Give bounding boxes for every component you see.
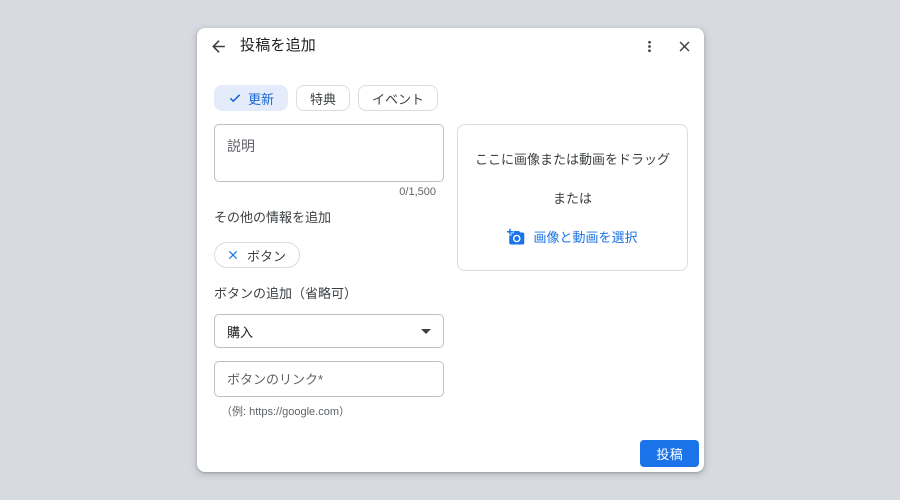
add-photo-icon <box>507 228 525 246</box>
added-button-chip[interactable]: ボタン <box>214 242 301 268</box>
add-post-dialog: 投稿を追加 更新 特典 イベント 説明 0/1,500 その他の情報を追加 ボタ… <box>197 28 704 472</box>
button-section-label: ボタンの追加（省略可） <box>214 286 358 301</box>
chip-offer[interactable]: 特典 <box>296 85 351 111</box>
select-media-button[interactable]: 画像と動画を選択 <box>507 227 638 246</box>
back-button[interactable] <box>205 33 231 59</box>
more-info-label: その他の情報を追加 <box>214 210 332 225</box>
check-icon <box>228 91 242 105</box>
link-helper-text: （例: https://google.com） <box>221 406 350 418</box>
select-media-label: 画像と動画を選択 <box>533 230 638 245</box>
chip-event[interactable]: イベント <box>358 85 439 111</box>
chip-label: イベント <box>372 91 425 107</box>
close-button[interactable] <box>671 33 697 59</box>
submit-post-button[interactable]: 投稿 <box>640 440 699 467</box>
chip-update[interactable]: 更新 <box>214 85 289 111</box>
chip-label: 特典 <box>310 91 337 107</box>
media-dropzone[interactable]: ここに画像または動画をドラッグ または 画像と動画を選択 <box>457 124 688 271</box>
close-icon <box>676 38 693 55</box>
select-value: 購入 <box>227 324 254 340</box>
remove-icon[interactable] <box>226 248 240 262</box>
button-chip-label: ボタン <box>247 248 287 264</box>
description-textarea[interactable] <box>214 124 444 182</box>
button-type-select[interactable]: 購入 <box>214 314 444 348</box>
more-options-button[interactable] <box>636 33 662 59</box>
character-counter: 0/1,500 <box>399 186 436 198</box>
post-type-chips: 更新 特典 イベント <box>214 85 439 111</box>
media-drag-text: ここに画像または動画をドラッグ <box>474 152 670 167</box>
page-background: { "page": { "background_color": "#d7dae0… <box>0 0 900 500</box>
caret-down-icon <box>421 328 431 334</box>
chip-label: 更新 <box>248 91 275 107</box>
arrow-left-icon <box>209 37 228 56</box>
dialog-title: 投稿を追加 <box>240 37 317 54</box>
media-or-text: または <box>552 191 592 206</box>
button-link-input[interactable] <box>214 361 444 397</box>
kebab-menu-icon <box>641 38 658 55</box>
